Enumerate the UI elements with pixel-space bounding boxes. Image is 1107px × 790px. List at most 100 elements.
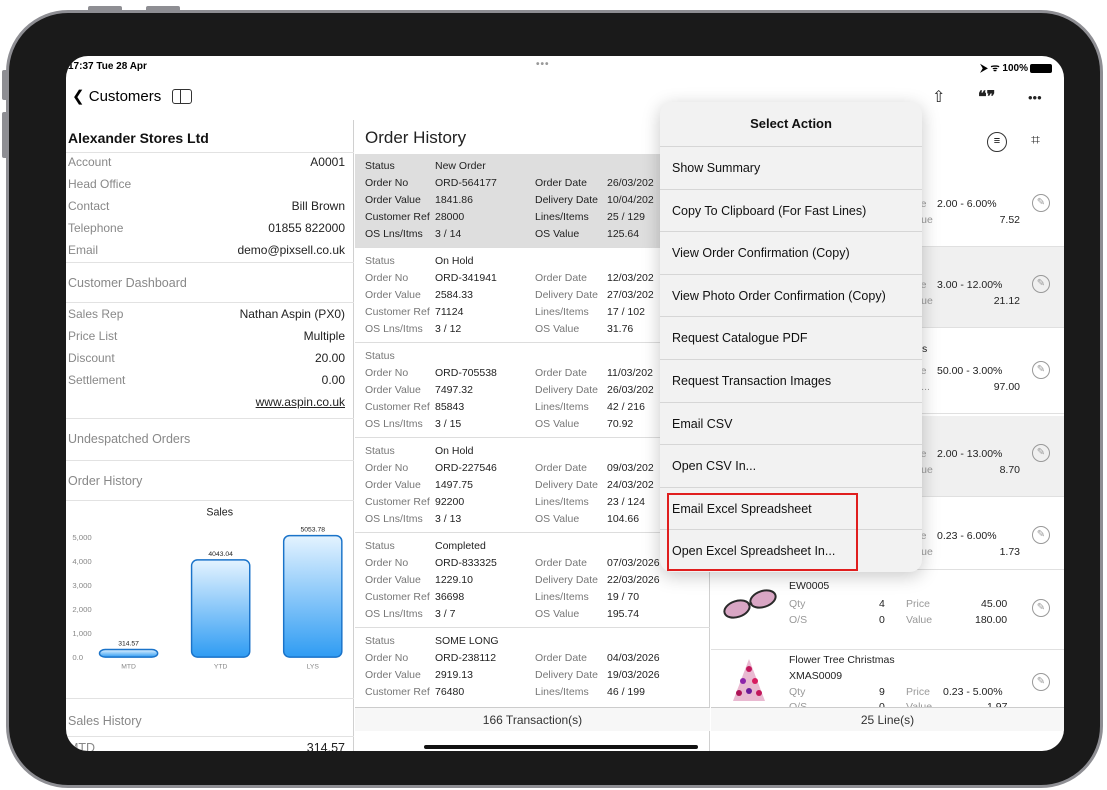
line-item-eyewear[interactable]: EW0005 Qty 4 Price 45.00 O/S 0 Value 180… — [711, 571, 1064, 650]
order-value-label: Order Value — [365, 574, 421, 586]
transactions-count: 166 Transaction(s) — [355, 707, 710, 731]
order-value-value: 1841.86 — [435, 194, 473, 206]
price-value: 2.00 - 6.00% — [937, 198, 997, 210]
status-value: SOME LONG — [435, 635, 499, 647]
menu-item-show-summary[interactable]: Show Summary — [660, 146, 922, 189]
field-label: Settlement — [68, 373, 126, 387]
customer-ref-value: 19 / 70 — [607, 591, 640, 603]
y-tick-label: 5,000 — [72, 533, 91, 542]
customer-ref-label: Lines/Items — [535, 401, 589, 413]
more-icon[interactable]: ••• — [1028, 90, 1042, 105]
field-row: Discount 20.00 — [68, 348, 345, 368]
order-row[interactable]: Status Order No ORD-705538 Order Date 11/03/… — [355, 344, 710, 438]
order-no-value: ORD-238112 — [435, 652, 497, 664]
filter-icon[interactable]: ≡ — [987, 132, 1007, 152]
sidebar-toggle-icon[interactable] — [172, 89, 192, 104]
menu-item-view-photo-order-confirmation-copy[interactable]: View Photo Order Confirmation (Copy) — [660, 273, 922, 317]
edit-icon[interactable]: ✎ — [1032, 194, 1050, 212]
edit-icon[interactable]: ✎ — [1032, 599, 1050, 617]
bar-ytd — [190, 559, 251, 658]
status-label: Status — [365, 350, 395, 362]
field-label: Price List — [68, 329, 118, 343]
field-label: Contact — [68, 199, 110, 213]
customer-ref-label: Customer Ref — [365, 306, 430, 318]
edit-icon[interactable]: ✎ — [1032, 275, 1050, 293]
os-lines-value: 195.74 — [607, 608, 640, 620]
line-item-christmas-tree[interactable]: Flower Tree Christmas XMAS0009 Qty 9 Pri… — [711, 651, 1064, 715]
divider — [66, 302, 354, 303]
edit-icon[interactable]: ✎ — [1032, 444, 1050, 462]
home-indicator[interactable] — [424, 745, 698, 749]
bar-lys — [282, 534, 343, 658]
edit-icon[interactable]: ✎ — [1032, 673, 1050, 691]
field-label: Discount — [68, 351, 115, 365]
customer-ref-label: Customer Ref — [365, 686, 430, 698]
edit-icon[interactable]: ✎ — [1032, 526, 1050, 544]
email-value[interactable]: demo@pixsell.co.uk — [237, 240, 345, 260]
value-label: Value — [906, 614, 933, 626]
customer-ref-value: 42 / 216 — [607, 401, 645, 413]
telephone-value[interactable]: 01855 822000 — [268, 218, 345, 238]
barcode-scan-icon[interactable]: ⌗ — [1031, 132, 1040, 150]
sales-history-link[interactable]: Sales History — [68, 714, 142, 728]
website-link[interactable]: www.aspin.co.uk — [256, 392, 345, 412]
customer-dashboard-link[interactable]: Customer Dashboard — [68, 276, 187, 290]
field-row: Sales Rep Nathan Aspin (PX0) — [68, 304, 345, 324]
order-history-link[interactable]: Order History — [68, 474, 142, 488]
menu-item-view-order-confirmation-copy[interactable]: View Order Confirmation (Copy) — [660, 231, 922, 274]
divider — [66, 418, 354, 419]
customer-ref-value: 76480 — [435, 686, 465, 698]
order-no-label: Order Date — [535, 367, 587, 379]
status-label: Status — [365, 160, 395, 172]
order-row[interactable]: Status On Hold Order No ORD-341941 Order Dat… — [355, 249, 710, 343]
order-row[interactable]: Status Completed Order No ORD-833325 Order D… — [355, 534, 710, 628]
x-tick-label: MTD — [121, 664, 136, 671]
menu-item-copy-to-clipboard-for-fast-lines[interactable]: Copy To Clipboard (For Fast Lines) — [660, 188, 922, 232]
customer-ref-label: Customer Ref — [365, 591, 430, 603]
order-value-value: 10/04/202 — [607, 194, 654, 206]
edit-icon[interactable]: ✎ — [1032, 361, 1050, 379]
menu-item-request-transaction-images[interactable]: Request Transaction Images — [660, 359, 922, 402]
order-no-label: Order Date — [535, 652, 587, 664]
order-no-label: Order Date — [535, 557, 587, 569]
field-row[interactable]: www.aspin.co.uk — [68, 392, 345, 412]
field-label: Head Office — [68, 177, 132, 191]
y-tick-label: 4,000 — [72, 557, 91, 566]
field-row: Account A0001 — [68, 152, 345, 172]
menu-item-request-catalogue-pdf[interactable]: Request Catalogue PDF — [660, 316, 922, 359]
order-no-label: Order No — [365, 177, 409, 189]
multitask-dots[interactable]: ••• — [536, 59, 550, 70]
field-row[interactable]: Telephone 01855 822000 — [68, 218, 345, 238]
order-row[interactable]: Status New Order Order No ORD-564177 Order D… — [355, 154, 710, 248]
os-lines-value: 125.64 — [607, 228, 640, 240]
order-no-value: 26/03/202 — [607, 177, 654, 189]
order-no-label: Order No — [365, 557, 409, 569]
order-value-value: 7497.32 — [435, 384, 473, 396]
order-no-label: Order Date — [535, 177, 587, 189]
order-value-value: 1229.10 — [435, 574, 473, 586]
customer-ref-value: 25 / 129 — [607, 211, 645, 223]
undespatched-orders-link[interactable]: Undespatched Orders — [68, 432, 190, 446]
customer-ref-label: Lines/Items — [535, 591, 589, 603]
value-amount: 97.00 — [993, 381, 1020, 393]
field-row[interactable]: Email demo@pixsell.co.uk — [68, 240, 345, 260]
order-no-value: 12/03/202 — [607, 272, 654, 284]
mtd-row: MTD 314.57 — [68, 738, 345, 751]
back-button[interactable]: ❮ Customers — [72, 87, 161, 105]
popover-title: Select Action — [750, 116, 832, 131]
order-row[interactable]: Status On Hold Order No ORD-227546 Order Dat… — [355, 439, 710, 533]
y-tick-label: 3,000 — [72, 581, 91, 590]
quote-icon[interactable]: ❝❞ — [978, 87, 995, 107]
share-icon[interactable]: ⇧ — [932, 87, 945, 107]
menu-item-open-csv-in[interactable]: Open CSV In... — [660, 444, 922, 487]
status-value: Completed — [435, 540, 486, 552]
order-no-value: ORD-227546 — [435, 462, 497, 474]
customer-ref-label: Customer Ref — [365, 496, 430, 508]
os-lines-label: OS Value — [535, 228, 580, 240]
menu-item-email-csv[interactable]: Email CSV — [660, 401, 922, 445]
os-value: 0 — [879, 614, 885, 626]
order-value-value: 24/03/202 — [607, 479, 654, 491]
customer-ref-value: 28000 — [435, 211, 465, 223]
customer-ref-value: 46 / 199 — [607, 686, 645, 698]
x-tick-label: YTD — [214, 664, 228, 671]
